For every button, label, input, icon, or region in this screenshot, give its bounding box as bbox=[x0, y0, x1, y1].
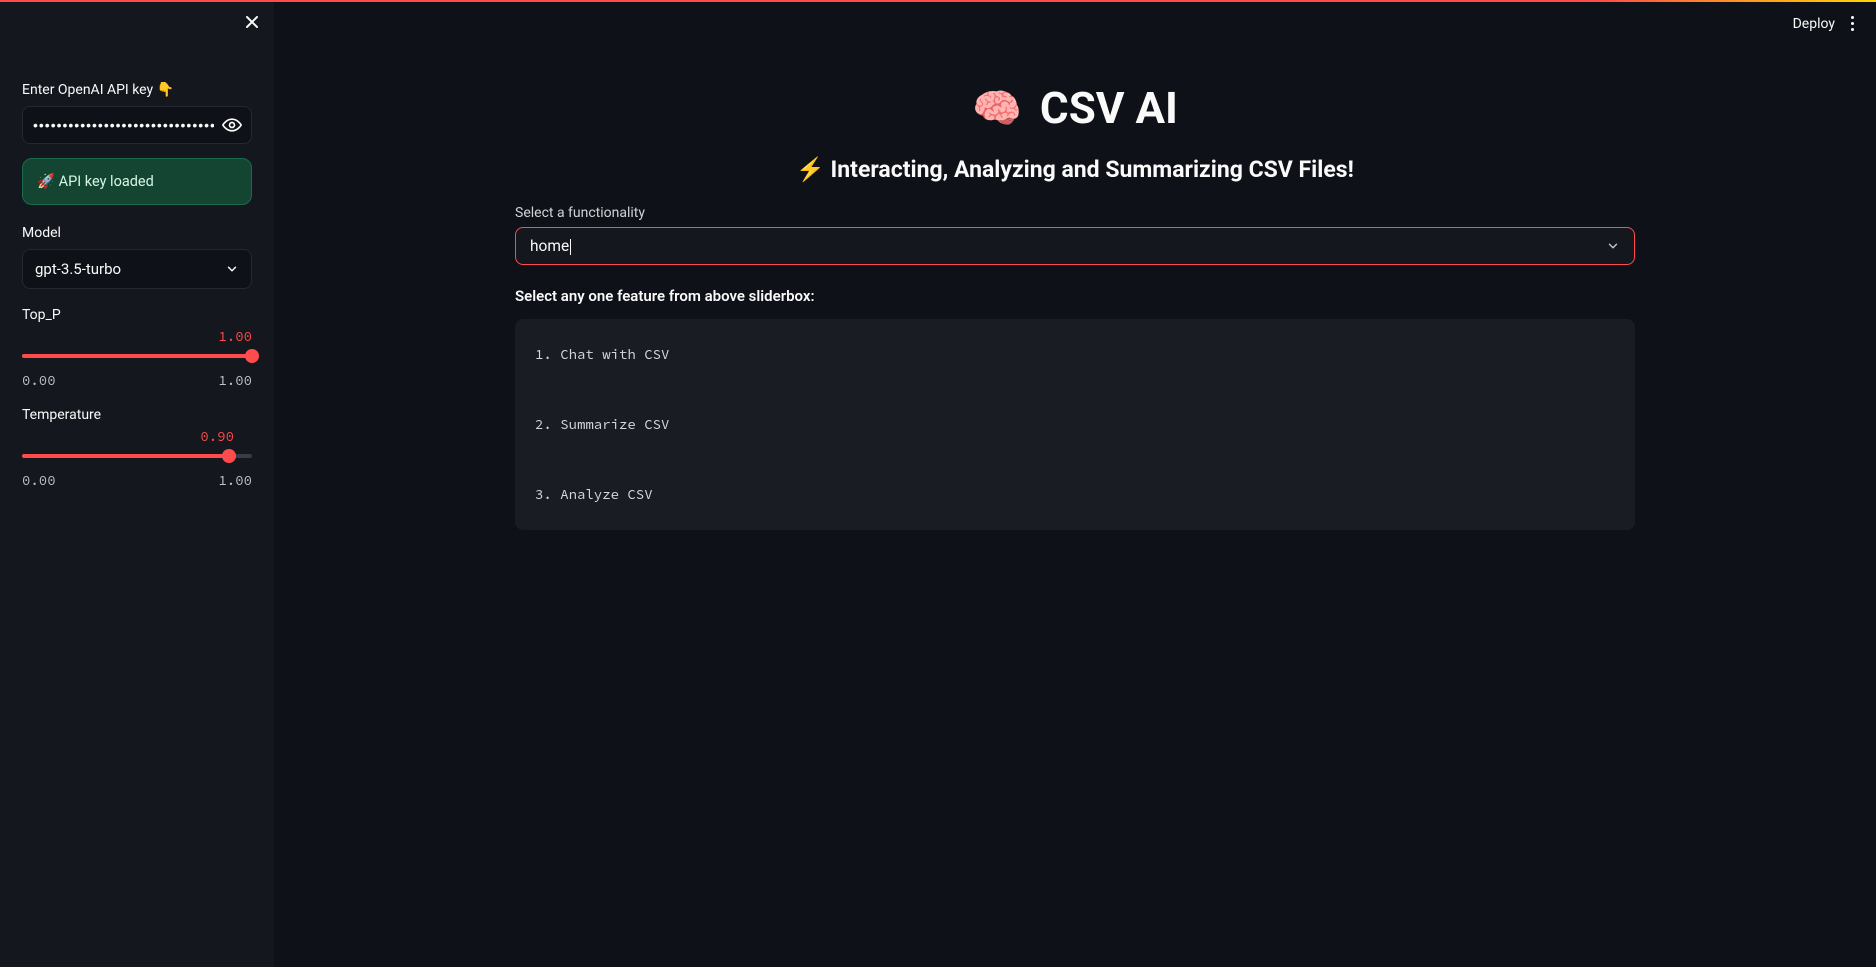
sidebar-content: Enter OpenAI API key 👇 🚀 API key loaded … bbox=[22, 82, 252, 489]
model-label: Model bbox=[22, 225, 252, 241]
prompt-text: Select any one feature from above slider… bbox=[515, 287, 1635, 305]
api-key-success-alert: 🚀 API key loaded bbox=[22, 158, 252, 205]
top-p-minmax: 0.00 1.00 bbox=[22, 371, 252, 389]
dot-icon bbox=[1851, 28, 1854, 31]
top-p-value: 1.00 bbox=[22, 327, 252, 345]
eye-icon[interactable] bbox=[222, 115, 242, 135]
topbar: Deploy bbox=[1793, 12, 1858, 35]
temperature-slider[interactable] bbox=[22, 447, 252, 465]
title-text: CSV AI bbox=[1040, 82, 1178, 134]
top-p-slider-group: Top_P 1.00 0.00 1.00 bbox=[22, 307, 252, 389]
api-key-input[interactable] bbox=[33, 117, 214, 133]
app-container: Enter OpenAI API key 👇 🚀 API key loaded … bbox=[0, 0, 1876, 967]
temperature-max: 1.00 bbox=[218, 471, 252, 489]
slider-thumb[interactable] bbox=[245, 349, 259, 363]
slider-thumb[interactable] bbox=[222, 449, 236, 463]
deploy-button[interactable]: Deploy bbox=[1793, 16, 1835, 32]
main-area: Deploy 🧠 CSV AI ⚡ Interacting, Analyzing… bbox=[274, 2, 1876, 967]
slider-track bbox=[22, 454, 252, 458]
model-value: gpt-3.5-turbo bbox=[35, 260, 121, 278]
sidebar: Enter OpenAI API key 👇 🚀 API key loaded … bbox=[0, 2, 274, 967]
functionality-label: Select a functionality bbox=[515, 205, 1635, 221]
success-message: 🚀 API key loaded bbox=[37, 173, 154, 190]
top-p-min: 0.00 bbox=[22, 371, 56, 389]
api-key-field-wrap bbox=[22, 106, 252, 144]
api-key-label: Enter OpenAI API key 👇 bbox=[22, 82, 252, 98]
temperature-value: 0.90 bbox=[22, 427, 252, 445]
top-p-slider[interactable] bbox=[22, 347, 252, 365]
chevron-down-icon bbox=[225, 262, 239, 276]
title-row: 🧠 CSV AI bbox=[515, 82, 1635, 134]
main-inner: 🧠 CSV AI ⚡ Interacting, Analyzing and Su… bbox=[515, 2, 1635, 570]
top-p-max: 1.00 bbox=[218, 371, 252, 389]
dot-icon bbox=[1851, 22, 1854, 25]
top-p-label: Top_P bbox=[22, 307, 252, 323]
slider-fill bbox=[22, 454, 229, 458]
subtitle: ⚡ Interacting, Analyzing and Summarizing… bbox=[515, 156, 1635, 183]
slider-fill bbox=[22, 354, 252, 358]
temperature-min: 0.00 bbox=[22, 471, 56, 489]
temperature-slider-group: Temperature 0.90 0.00 1.00 bbox=[22, 407, 252, 489]
page-title: 🧠 CSV AI bbox=[972, 82, 1178, 134]
close-sidebar-button[interactable] bbox=[244, 14, 260, 35]
temperature-label: Temperature bbox=[22, 407, 252, 423]
model-select[interactable]: gpt-3.5-turbo bbox=[22, 249, 252, 289]
functionality-select[interactable]: home bbox=[515, 227, 1635, 265]
slider-track bbox=[22, 354, 252, 358]
dot-icon bbox=[1851, 16, 1854, 19]
temperature-minmax: 0.00 1.00 bbox=[22, 471, 252, 489]
features-code-block: 1. Chat with CSV 2. Summarize CSV 3. Ana… bbox=[515, 319, 1635, 530]
functionality-value: home bbox=[530, 237, 571, 255]
chevron-down-icon bbox=[1606, 239, 1620, 253]
menu-button[interactable] bbox=[1847, 12, 1858, 35]
brain-icon: 🧠 bbox=[972, 85, 1022, 132]
close-icon bbox=[244, 14, 260, 34]
